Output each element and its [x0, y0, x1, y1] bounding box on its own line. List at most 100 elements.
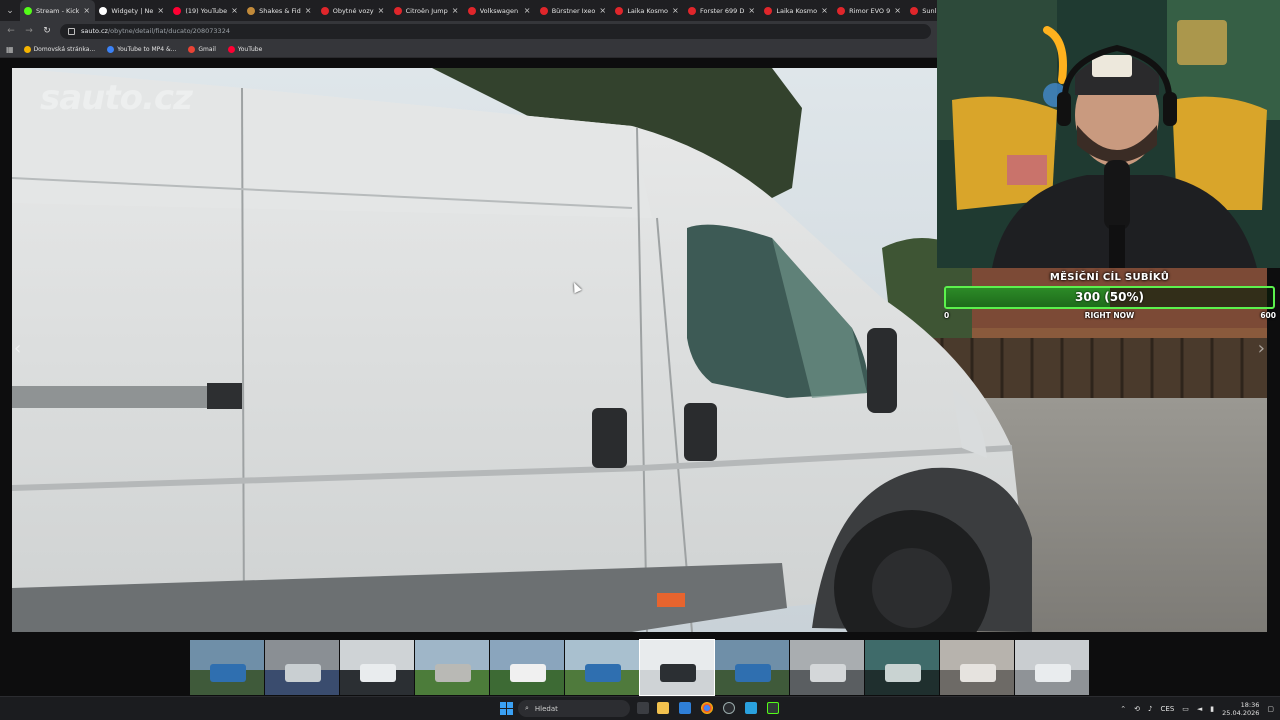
photo-thumbnail[interactable] — [265, 640, 339, 695]
tab-close-icon[interactable]: × — [748, 6, 756, 15]
photo-thumbnail[interactable] — [865, 640, 939, 695]
tab-title: Rimor EVO 9 — [849, 6, 891, 15]
address-bar[interactable]: sauto.cz/obytne/detail/fiat/ducato/20807… — [60, 23, 931, 39]
tab-title: Obytné vozy — [332, 6, 374, 15]
thumbnail-image — [415, 640, 489, 695]
thumbnail-image — [190, 640, 264, 695]
tab-close-icon[interactable]: × — [672, 6, 680, 15]
goal-max: 600 — [1260, 311, 1276, 320]
obs-icon[interactable] — [767, 702, 779, 714]
chrome-icon[interactable] — [701, 702, 713, 714]
telegram-icon[interactable] — [745, 702, 757, 714]
webcam-overlay — [937, 0, 1280, 268]
apps-grid-icon[interactable]: ▦ — [6, 45, 14, 54]
photo-thumbnail[interactable] — [715, 640, 789, 695]
start-button[interactable] — [500, 702, 513, 715]
reload-button[interactable]: ↻ — [42, 26, 52, 36]
tab-close-icon[interactable]: × — [894, 6, 902, 15]
microphone-icon[interactable]: ♪ — [1148, 705, 1152, 713]
bookmark-item[interactable]: YouTube — [227, 45, 263, 53]
photo-thumbnail[interactable] — [340, 640, 414, 695]
language-indicator[interactable]: CES — [1161, 705, 1175, 713]
store-icon[interactable] — [679, 702, 691, 714]
browser-tab[interactable]: Sunlight Ostl× — [906, 0, 937, 21]
clock-date: 25.04.2026 — [1222, 709, 1260, 717]
forward-button[interactable]: → — [24, 26, 34, 36]
tab-search-icon[interactable]: ⌄ — [0, 0, 20, 21]
tab-favicon-icon — [99, 6, 108, 15]
thumbnail-image — [265, 640, 339, 695]
photo-thumbnail[interactable] — [639, 639, 715, 696]
browser-tab[interactable]: Bürstner Ixeo × — [536, 0, 612, 21]
thumbnail-image — [340, 640, 414, 695]
browser-tab[interactable]: Shakes & Fid × — [243, 0, 317, 21]
tab-close-icon[interactable]: × — [599, 6, 607, 15]
taskbar-search[interactable]: ⌕ Hledat — [518, 700, 630, 717]
bookmark-favicon-icon — [23, 45, 31, 53]
tab-favicon-icon — [615, 6, 624, 15]
previous-photo-icon[interactable]: ‹ — [14, 338, 21, 359]
next-photo-icon[interactable]: › — [1258, 338, 1265, 359]
system-tray: ⌃ ⟲ ♪ CES ▭ ◄ ▮ 18:36 25.04.2026 ▢ — [1120, 699, 1274, 719]
goal-value: 300 (50%) — [1075, 290, 1144, 304]
bookmark-item[interactable]: YouTube to MP4 &... — [107, 45, 177, 53]
browser-tab[interactable]: Laika Kosmo × — [611, 0, 684, 21]
tab-title: Widgety | Ne — [111, 6, 154, 15]
bookmark-label: Domovská stránka... — [33, 45, 96, 53]
tab-title: Bürstner Ixeo — [551, 6, 596, 15]
browser-tab[interactable]: Volkswagen × — [464, 0, 536, 21]
goal-title: MĚSÍČNÍ CÍL SUBÍKŮ — [1049, 272, 1170, 283]
photo-thumbnail[interactable] — [490, 640, 564, 695]
bookmark-item[interactable]: Gmail — [188, 45, 216, 53]
bookmark-label: YouTube to MP4 &... — [117, 45, 177, 53]
photo-thumbnail[interactable] — [190, 640, 264, 695]
tab-close-icon[interactable]: × — [305, 6, 313, 15]
tray-app-icon[interactable]: ⟲ — [1134, 705, 1140, 713]
browser-tab[interactable]: Widgety | Ne × — [95, 0, 169, 21]
browser-tab[interactable]: Citroën Jump × — [390, 0, 464, 21]
tab-close-icon[interactable]: × — [378, 6, 386, 15]
app-icon[interactable] — [723, 702, 735, 714]
sub-goal-widget: MĚSÍČNÍ CÍL SUBÍKŮ 300 (50%) 0 RIGHT NOW… — [943, 270, 1276, 322]
tab-close-icon[interactable]: × — [157, 6, 165, 15]
tray-chevron-icon[interactable]: ⌃ — [1120, 705, 1126, 713]
task-view-icon[interactable] — [637, 702, 649, 714]
volume-icon[interactable]: ◄ — [1197, 705, 1202, 713]
clock[interactable]: 18:36 25.04.2026 — [1222, 701, 1259, 717]
photo-thumbnail[interactable] — [940, 640, 1014, 695]
photo-thumbnail[interactable] — [790, 640, 864, 695]
photo-thumbnail[interactable] — [565, 640, 639, 695]
tab-favicon-icon — [320, 6, 329, 15]
browser-tab[interactable]: Rimor EVO 9 × — [833, 0, 906, 21]
file-explorer-icon[interactable] — [657, 702, 669, 714]
back-button[interactable]: ← — [6, 26, 16, 36]
browser-tab-strip: ⌄ Stream - Kick × Widgety | Ne × (19) YouTub… — [0, 0, 937, 21]
browser-tab[interactable]: Forster 699 D × — [684, 0, 760, 21]
tab-close-icon[interactable]: × — [231, 6, 239, 15]
bookmark-label: YouTube — [237, 45, 263, 53]
network-icon[interactable]: ▭ — [1182, 705, 1189, 713]
browser-tab[interactable]: Laika Kosmo × — [760, 0, 833, 21]
browser-tab[interactable]: (19) YouTube × — [169, 0, 243, 21]
browser-tab[interactable]: Obytné vozy × — [317, 0, 390, 21]
browser-tab[interactable]: Stream - Kick × — [20, 0, 96, 21]
tab-close-icon[interactable]: × — [821, 6, 829, 15]
tab-close-icon[interactable]: × — [452, 6, 460, 15]
tab-favicon-icon — [393, 6, 402, 15]
tab-favicon-icon — [467, 6, 476, 15]
tab-title: Forster 699 D — [700, 6, 745, 15]
tab-title: Laika Kosmo — [776, 6, 818, 15]
bookmark-item[interactable]: Domovská stránka... — [23, 45, 96, 53]
tab-close-icon[interactable]: × — [524, 6, 532, 15]
site-info-icon[interactable] — [68, 27, 75, 35]
tab-close-icon[interactable]: × — [83, 6, 91, 15]
thumbnail-image — [940, 640, 1014, 695]
browser-toolbar: ← → ↻ sauto.cz/obytne/detail/fiat/ducato… — [0, 21, 937, 41]
photo-thumbnail-strip — [190, 639, 1089, 696]
battery-icon[interactable]: ▮ — [1210, 705, 1214, 713]
bookmark-label: Gmail — [198, 45, 216, 53]
tab-title: Laika Kosmo — [627, 6, 669, 15]
photo-thumbnail[interactable] — [1015, 640, 1089, 695]
photo-thumbnail[interactable] — [415, 640, 489, 695]
notifications-icon[interactable]: ▢ — [1267, 705, 1274, 713]
